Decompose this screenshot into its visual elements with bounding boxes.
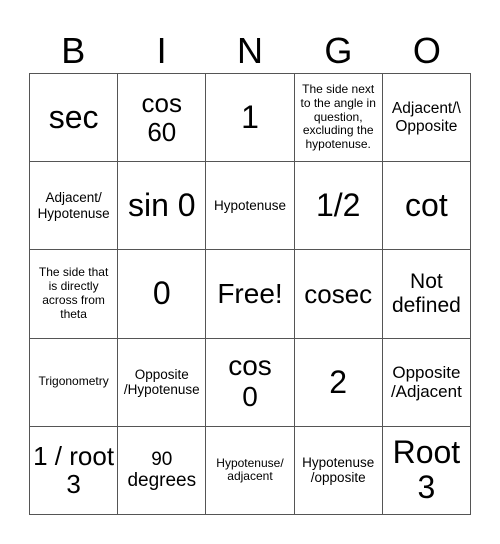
bingo-cell[interactable]: Trigonometry: [30, 338, 119, 427]
bingo-cell[interactable]: 0: [118, 250, 207, 339]
bingo-header: B I N G O: [29, 28, 471, 73]
cell-text: cos 60: [141, 88, 183, 147]
cell-text: 1 / root 3: [33, 440, 115, 500]
bingo-cell[interactable]: 1 / root 3: [30, 426, 119, 515]
cell-text: Adjacent/\ Opposite: [391, 99, 461, 135]
bingo-cell[interactable]: 2: [294, 338, 383, 427]
cell-text: 90 degrees: [127, 448, 197, 492]
cell-text: 2: [329, 363, 348, 400]
header-letter-g: G: [324, 30, 353, 71]
bingo-cell[interactable]: Root 3: [382, 426, 471, 515]
bingo-cell[interactable]: Hypotenuse: [206, 162, 295, 251]
bingo-cell[interactable]: cot: [382, 162, 471, 251]
bingo-cell[interactable]: sin 0: [118, 162, 207, 251]
cell-text: The side that is directly across from th…: [38, 265, 109, 321]
cell-text: sin 0: [127, 187, 196, 224]
cell-text: 1: [241, 99, 259, 135]
bingo-cell[interactable]: 90 degrees: [118, 426, 207, 515]
cell-text: Hypotenuse: [213, 198, 287, 214]
bingo-cell[interactable]: The side that is directly across from th…: [30, 250, 119, 339]
cell-text: Opposite /Hypotenuse: [123, 366, 200, 398]
bingo-cell[interactable]: Opposite /Hypotenuse: [118, 338, 207, 427]
cell-text: 0: [152, 275, 171, 312]
cell-text: Hypotenuse/ adjacent: [216, 455, 284, 484]
bingo-cell[interactable]: Hypotenuse /opposite: [294, 426, 383, 515]
cell-text: Free!: [217, 277, 283, 309]
bingo-grid: sec cos 60 1 The side next to the angle …: [29, 73, 471, 515]
bingo-cell[interactable]: Adjacent/ Hypotenuse: [30, 162, 119, 251]
header-letter-n: N: [237, 30, 264, 71]
cell-text: Root 3: [392, 434, 461, 506]
cell-text: Adjacent/ Hypotenuse: [37, 190, 110, 221]
bingo-cell[interactable]: cos 0: [206, 338, 295, 427]
cell-text: Hypotenuse /opposite: [302, 454, 375, 486]
cell-text: 1/2: [315, 187, 361, 224]
bingo-cell[interactable]: The side next to the angle in question, …: [294, 74, 383, 163]
bingo-cell[interactable]: cosec: [294, 250, 383, 339]
cell-text: cos 0: [228, 350, 272, 413]
header-letter-i: I: [156, 30, 167, 71]
bingo-cell[interactable]: Hypotenuse/ adjacent: [206, 426, 295, 515]
bingo-cell[interactable]: 1/2: [294, 162, 383, 251]
bingo-cell[interactable]: Adjacent/\ Opposite: [382, 74, 471, 163]
cell-text: cot: [405, 187, 448, 224]
bingo-cell[interactable]: Opposite /Adjacent: [382, 338, 471, 427]
header-letter-o: O: [412, 30, 441, 71]
cell-text: Not defined: [391, 269, 461, 317]
bingo-cell[interactable]: 1: [206, 74, 295, 163]
header-letter-b: B: [61, 30, 86, 71]
cell-text: Opposite /Adjacent: [390, 362, 462, 402]
bingo-cell[interactable]: cos 60: [118, 74, 207, 163]
cell-text: sec: [48, 99, 99, 135]
bingo-cell[interactable]: sec: [30, 74, 119, 163]
bingo-cell[interactable]: Not defined: [382, 250, 471, 339]
cell-text: Trigonometry: [38, 374, 109, 389]
cell-text: The side next to the angle in question, …: [300, 82, 376, 152]
cell-text: cosec: [304, 278, 373, 309]
free-space[interactable]: Free!: [206, 250, 295, 339]
